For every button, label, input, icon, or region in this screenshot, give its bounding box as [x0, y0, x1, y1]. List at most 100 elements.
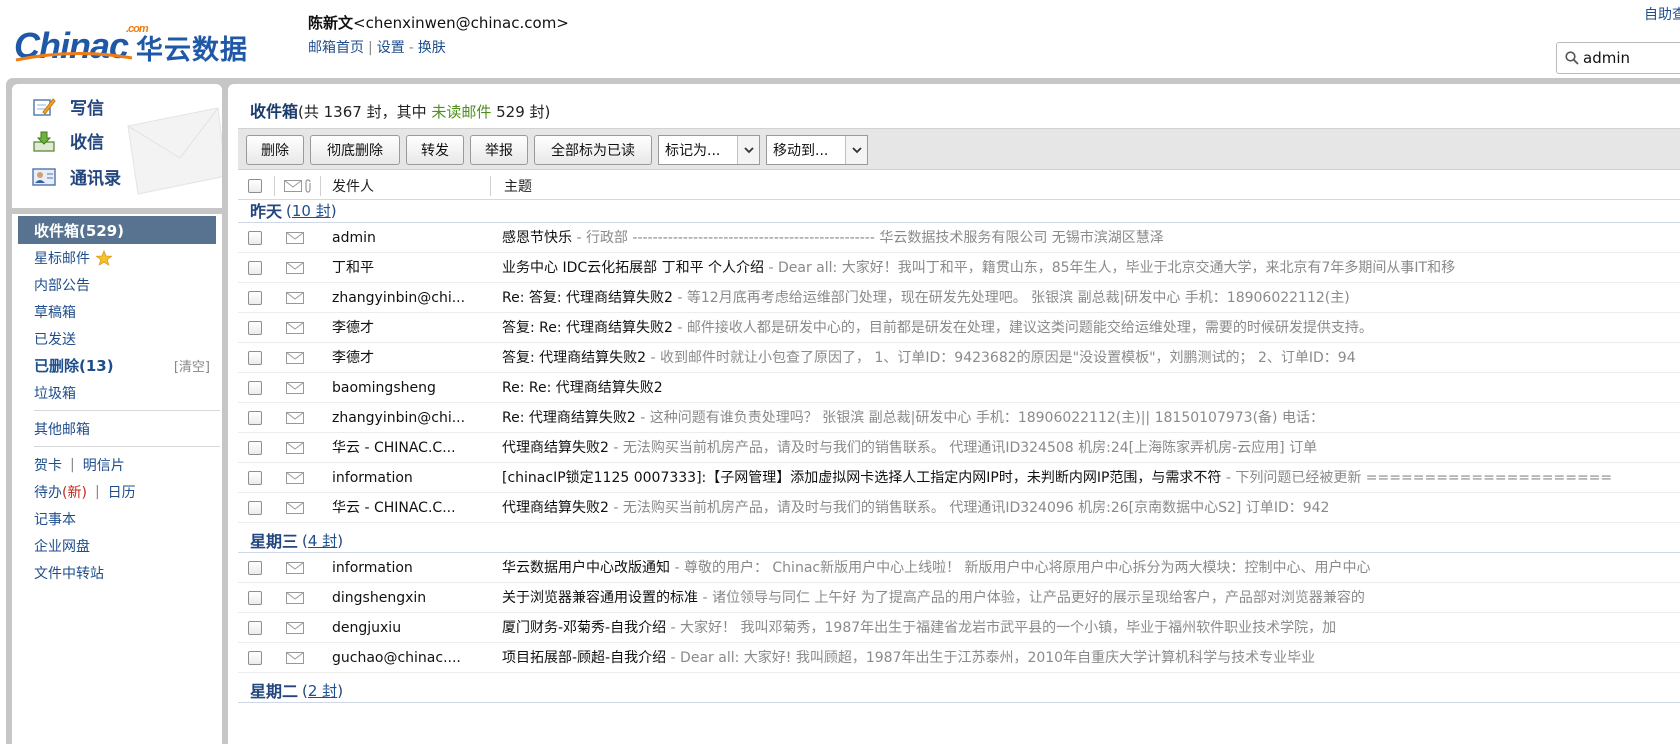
- folder-starred[interactable]: 星标邮件: [18, 244, 216, 271]
- select-all-checkbox[interactable]: [248, 172, 262, 200]
- email-subject[interactable]: 华云数据用户中心改版通知 - 尊敬的用户： Chinac新版用户中心上线啦！ 新…: [502, 553, 1680, 583]
- email-row[interactable]: 华云 - CHINAC.C... 代理商结算失败2 - 无法购买当前机房产品，请…: [238, 433, 1680, 463]
- group-count-link[interactable]: 2 封: [308, 682, 337, 700]
- email-row[interactable]: dengjuxiu 厦门财务-邓菊秀-自我介绍 - 大家好！ 我叫邓菊秀，198…: [238, 613, 1680, 643]
- row-checkbox[interactable]: [248, 231, 262, 245]
- report-button[interactable]: 举报: [470, 135, 528, 165]
- mailbox-home-link[interactable]: 邮箱首页: [308, 40, 364, 56]
- row-checkbox[interactable]: [248, 261, 262, 275]
- email-row[interactable]: zhangyinbin@chi... Re: 答复: 代理商结算失败2 - 等1…: [238, 283, 1680, 313]
- chinac-logo[interactable]: Chinac .com 华云数据: [14, 14, 248, 65]
- email-subject[interactable]: 答复: Re: 代理商结算失败2 - 邮件接收人都是研发中心的，目前都是研发在处…: [502, 313, 1680, 343]
- folder-drafts[interactable]: 草稿箱: [18, 298, 216, 325]
- row-checkbox[interactable]: [248, 621, 262, 635]
- envelope-decoration-icon: [127, 107, 222, 195]
- email-row[interactable]: admin 感恩节快乐 - 行政部 ----------------------…: [238, 223, 1680, 253]
- star-icon: [96, 249, 112, 266]
- email-subject[interactable]: Re: 代理商结算失败2 - 这种问题有谁负责处理吗？ 张银滨 副总裁|研发中心…: [502, 403, 1680, 433]
- row-checkbox[interactable]: [248, 501, 262, 515]
- greeting-card-link[interactable]: 贺卡: [34, 455, 62, 475]
- email-subject[interactable]: Re: 答复: 代理商结算失败2 - 等12月底再考虑给运维部门处理，现在研发先…: [502, 283, 1680, 313]
- email-row[interactable]: baomingsheng Re: Re: 代理商结算失败2: [238, 373, 1680, 403]
- contacts-button[interactable]: 通讯录: [32, 164, 121, 189]
- search-input[interactable]: [1583, 49, 1680, 67]
- sender-column-header[interactable]: 发件人: [332, 172, 374, 200]
- mark-as-dropdown[interactable]: 标记为...: [658, 135, 760, 165]
- email-subject[interactable]: 厦门财务-邓菊秀-自我介绍 - 大家好！ 我叫邓菊秀，1987年出生于福建省龙岩…: [502, 613, 1680, 643]
- attachment-column-icon[interactable]: [304, 172, 312, 200]
- email-subject[interactable]: 代理商结算失败2 - 无法购买当前机房产品，请及时与我们的销售联系。 代理通讯I…: [502, 433, 1680, 463]
- row-checkbox[interactable]: [248, 411, 262, 425]
- clear-deleted-link[interactable]: [清空]: [174, 356, 210, 375]
- row-checkbox[interactable]: [248, 471, 262, 485]
- subject-column-header[interactable]: 主题: [504, 172, 532, 200]
- email-row[interactable]: 丁和平 业务中心 IDC云化拓展部 丁和平 个人介绍 - Dear all: 大…: [238, 253, 1680, 283]
- folder-spam[interactable]: 垃圾箱: [18, 379, 216, 406]
- email-sender: zhangyinbin@chi...: [332, 290, 466, 306]
- folder-other-mailbox[interactable]: 其他邮箱: [18, 415, 216, 442]
- mail-toolbar: 删除 彻底删除 转发 举报 全部标为已读 标记为... 移动到...: [238, 128, 1680, 170]
- netdisk-link[interactable]: 企业网盘: [18, 532, 216, 559]
- self-service-link[interactable]: 自助查询: [1644, 4, 1680, 24]
- email-row[interactable]: information 华云数据用户中心改版通知 - 尊敬的用户： Chinac…: [238, 553, 1680, 583]
- email-row[interactable]: zhangyinbin@chi... Re: 代理商结算失败2 - 这种问题有谁…: [238, 403, 1680, 433]
- calendar-link[interactable]: 日历: [108, 482, 136, 502]
- inbox-panel: 收件箱(共 1367 封，其中 未读邮件 529 封) 删除 彻底删除 转发 举…: [228, 84, 1680, 744]
- mark-as-label: 标记为...: [665, 143, 721, 159]
- todo-link[interactable]: 待办(新): [34, 482, 87, 502]
- inbox-title: 收件箱(共 1367 封，其中 未读邮件 529 封): [250, 102, 551, 121]
- group-header-tuesday: 星期二 (2 封): [250, 681, 344, 702]
- read-status-column-icon[interactable]: [284, 172, 302, 200]
- email-sender: baomingsheng: [332, 380, 436, 396]
- row-checkbox[interactable]: [248, 321, 262, 335]
- row-checkbox[interactable]: [248, 351, 262, 365]
- folder-internal-notice[interactable]: 内部公告: [18, 271, 216, 298]
- email-sender: guchao@chinac....: [332, 650, 461, 666]
- email-row[interactable]: dingshengxin 关于浏览器兼容通用设置的标准 - 诸位领导与同仁 上午…: [238, 583, 1680, 613]
- user-name: 陈新文: [308, 14, 354, 32]
- folder-deleted[interactable]: 已删除(13) [清空]: [18, 352, 216, 379]
- forward-button[interactable]: 转发: [406, 135, 464, 165]
- compose-button[interactable]: 写信: [32, 94, 104, 119]
- row-checkbox[interactable]: [248, 651, 262, 665]
- folder-sent[interactable]: 已发送: [18, 325, 216, 352]
- folder-inbox[interactable]: 收件箱(529): [18, 216, 216, 244]
- email-row[interactable]: information [chinacIP锁定1125 0007333]:【子网…: [238, 463, 1680, 493]
- email-subject[interactable]: 代理商结算失败2 - 无法购买当前机房产品，请及时与我们的销售联系。 代理通讯I…: [502, 493, 1680, 523]
- email-subject[interactable]: 关于浏览器兼容通用设置的标准 - 诸位领导与同仁 上午好 为了提高产品的用户体验…: [502, 583, 1680, 613]
- email-subject[interactable]: 项目拓展部-顾超-自我介绍 - Dear all: 大家好! 我叫顾超，1987…: [502, 643, 1680, 673]
- email-row[interactable]: 李德才 答复: 代理商结算失败2 - 收到邮件时就让小包查了原因了， 1、订单I…: [238, 343, 1680, 373]
- row-checkbox[interactable]: [248, 381, 262, 395]
- file-transfer-link[interactable]: 文件中转站: [18, 559, 216, 586]
- row-checkbox[interactable]: [248, 291, 262, 305]
- unread-filter-link[interactable]: 未读邮件: [431, 103, 491, 121]
- email-subject[interactable]: [chinacIP锁定1125 0007333]:【子网管理】添加虚拟网卡选择人…: [502, 463, 1680, 493]
- receive-button[interactable]: 收信: [32, 128, 104, 153]
- group-count-link[interactable]: 4 封: [308, 532, 337, 550]
- envelope-icon: [286, 322, 304, 334]
- email-row[interactable]: guchao@chinac.... 项目拓展部-顾超-自我介绍 - Dear a…: [238, 643, 1680, 673]
- move-to-label: 移动到...: [773, 143, 829, 159]
- row-checkbox[interactable]: [248, 441, 262, 455]
- settings-link[interactable]: 设置: [377, 40, 405, 56]
- notes-link[interactable]: 记事本: [18, 505, 216, 532]
- row-checkbox[interactable]: [248, 591, 262, 605]
- email-subject[interactable]: Re: Re: 代理商结算失败2: [502, 373, 1680, 403]
- delete-permanently-button[interactable]: 彻底删除: [310, 135, 400, 165]
- search-box[interactable]: [1556, 42, 1680, 74]
- email-subject[interactable]: 业务中心 IDC云化拓展部 丁和平 个人介绍 - Dear all: 大家好！我…: [502, 253, 1680, 283]
- email-row[interactable]: 华云 - CHINAC.C... 代理商结算失败2 - 无法购买当前机房产品，请…: [238, 493, 1680, 523]
- email-sender: dingshengxin: [332, 590, 427, 606]
- email-row[interactable]: 李德才 答复: Re: 代理商结算失败2 - 邮件接收人都是研发中心的，目前都是…: [238, 313, 1680, 343]
- search-icon[interactable]: [1565, 51, 1579, 65]
- move-to-dropdown[interactable]: 移动到...: [766, 135, 868, 165]
- postcard-link[interactable]: 明信片: [83, 455, 125, 475]
- change-skin-link[interactable]: 换肤: [418, 40, 446, 56]
- email-subject[interactable]: 答复: 代理商结算失败2 - 收到邮件时就让小包查了原因了， 1、订单ID：94…: [502, 343, 1680, 373]
- mark-all-read-button[interactable]: 全部标为已读: [534, 135, 652, 165]
- email-sender: information: [332, 560, 413, 576]
- email-subject[interactable]: 感恩节快乐 - 行政部 ----------------------------…: [502, 223, 1680, 253]
- row-checkbox[interactable]: [248, 561, 262, 575]
- group-count-link[interactable]: 10 封: [292, 202, 331, 220]
- delete-button[interactable]: 删除: [246, 135, 304, 165]
